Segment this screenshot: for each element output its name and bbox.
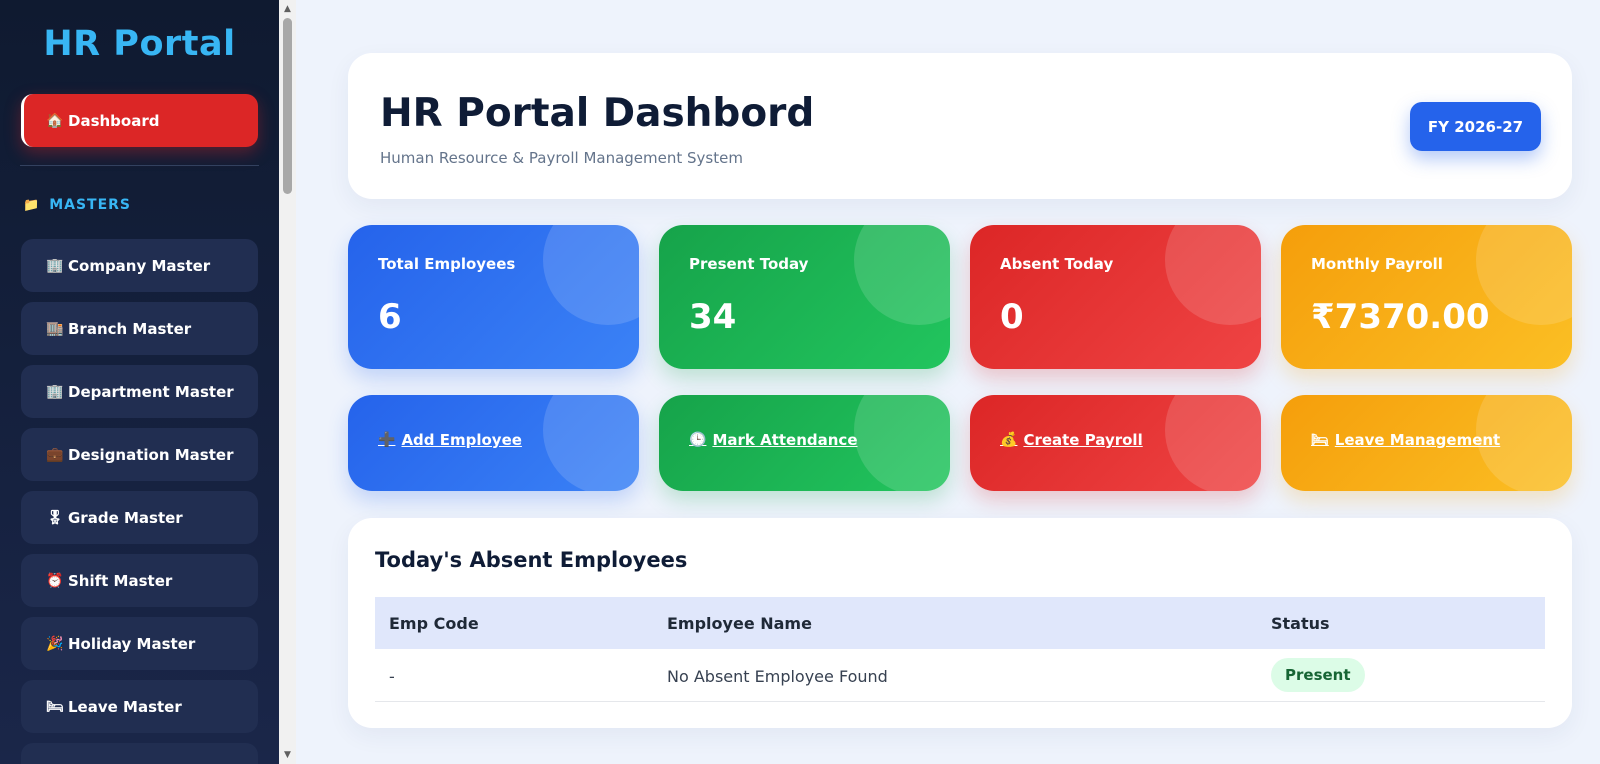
decorative-circle [1165, 225, 1261, 325]
decorative-circle [854, 395, 950, 491]
sidebar-item-shift-master[interactable]: ⏰ Shift Master [21, 554, 258, 607]
table-title: Today's Absent Employees [375, 548, 688, 572]
sidebar-item-label: Leave Master [68, 697, 182, 716]
sidebar-item-grade-master[interactable]: 🎖 Grade Master [21, 491, 258, 544]
decorative-circle [543, 395, 639, 491]
alarm-clock-icon: ⏰ [46, 572, 64, 589]
decorative-circle [1165, 395, 1261, 491]
sidebar-item-leave-master[interactable]: 🛏 Leave Master [21, 680, 258, 733]
bed-icon: 🛏 [46, 698, 64, 715]
header-card: HR Portal Dashbord Human Resource & Payr… [348, 53, 1572, 199]
sidebar-item-department-master[interactable]: 🏢 Department Master [21, 365, 258, 418]
home-icon: 🏠 [46, 112, 64, 129]
sidebar-item-label: Holiday Master [68, 634, 196, 653]
stat-value: 34 [689, 297, 737, 337]
stat-value: 6 [378, 297, 402, 337]
action-label: Add Employee [401, 431, 522, 449]
scroll-thumb[interactable] [283, 18, 292, 194]
decorative-circle [854, 225, 950, 325]
status-badge: Present [1271, 658, 1365, 692]
stat-value: ₹7370.00 [1311, 297, 1490, 337]
mark-attendance-link[interactable]: 🕒 Mark Attendance [689, 431, 858, 449]
column-header-status: Status [1271, 614, 1330, 633]
action-label: Create Payroll [1023, 431, 1143, 449]
bed-icon: 🛏 [1311, 432, 1329, 448]
column-header-emp-code: Emp Code [389, 614, 479, 633]
page-subtitle: Human Resource & Payroll Management Syst… [380, 149, 743, 167]
stat-label: Present Today [689, 255, 809, 273]
stat-label: Absent Today [1000, 255, 1114, 273]
create-payroll-card[interactable]: 💰 Create Payroll [970, 395, 1261, 491]
action-label: Leave Management [1334, 431, 1501, 449]
brand-logo[interactable]: HR Portal [0, 24, 279, 64]
mark-attendance-card[interactable]: 🕒 Mark Attendance [659, 395, 950, 491]
scroll-up-icon[interactable]: ▲ [279, 2, 296, 16]
sidebar-item-partial[interactable] [21, 743, 258, 764]
briefcase-icon: 💼 [46, 446, 64, 463]
sidebar-item-label: Designation Master [68, 445, 234, 464]
stat-value: 0 [1000, 297, 1024, 337]
stat-card-total-employees: Total Employees 6 [348, 225, 639, 369]
section-label-masters: 📁 MASTERS [23, 197, 131, 213]
medal-icon: 🎖 [46, 509, 64, 526]
folder-icon: 📁 [23, 197, 41, 213]
sidebar-item-label: Department Master [68, 382, 234, 401]
sidebar-item-designation-master[interactable]: 💼 Designation Master [21, 428, 258, 481]
stat-card-present-today: Present Today 34 [659, 225, 950, 369]
leave-management-card[interactable]: 🛏 Leave Management [1281, 395, 1572, 491]
stat-label: Total Employees [378, 255, 516, 273]
action-label: Mark Attendance [712, 431, 858, 449]
store-icon: 🏬 [46, 320, 64, 337]
stat-card-absent-today: Absent Today 0 [970, 225, 1261, 369]
stat-card-monthly-payroll: Monthly Payroll ₹7370.00 [1281, 225, 1572, 369]
building-icon: 🏢 [46, 383, 64, 400]
party-popper-icon: 🎉 [46, 635, 64, 652]
sidebar-divider [20, 165, 259, 166]
building-icon: 🏢 [46, 257, 64, 274]
sidebar-item-holiday-master[interactable]: 🎉 Holiday Master [21, 617, 258, 670]
decorative-circle [1476, 225, 1572, 325]
section-label-text: MASTERS [49, 197, 132, 213]
fiscal-year-button[interactable]: FY 2026-27 [1410, 102, 1541, 151]
sidebar-item-company-master[interactable]: 🏢 Company Master [21, 239, 258, 292]
decorative-circle [543, 225, 639, 325]
sidebar-item-dashboard[interactable]: 🏠 Dashboard [21, 94, 258, 147]
leave-management-link[interactable]: 🛏 Leave Management [1311, 431, 1500, 449]
table-header: Emp Code Employee Name Status [375, 597, 1545, 649]
create-payroll-link[interactable]: 💰 Create Payroll [1000, 431, 1143, 449]
page-title: HR Portal Dashbord [380, 91, 815, 136]
column-header-employee-name: Employee Name [667, 614, 812, 633]
clock-icon: 🕒 [689, 432, 707, 448]
cell-employee-name: No Absent Employee Found [667, 667, 888, 686]
add-employee-card[interactable]: ➕ Add Employee [348, 395, 639, 491]
money-bag-icon: 💰 [1000, 432, 1018, 448]
sidebar-item-label: Branch Master [68, 319, 192, 338]
sidebar-item-label: Grade Master [68, 508, 183, 527]
add-employee-link[interactable]: ➕ Add Employee [378, 431, 522, 449]
absent-employees-card: Today's Absent Employees Emp Code Employ… [348, 518, 1572, 728]
stat-label: Monthly Payroll [1311, 255, 1443, 273]
sidebar-item-label: Shift Master [68, 571, 173, 590]
cell-emp-code: - [389, 667, 395, 686]
sidebar-scrollbar[interactable]: ▲ ▼ [279, 0, 296, 764]
sidebar-item-branch-master[interactable]: 🏬 Branch Master [21, 302, 258, 355]
scroll-down-icon[interactable]: ▼ [279, 748, 296, 762]
plus-icon: ➕ [378, 432, 396, 448]
sidebar-item-label: Dashboard [68, 111, 160, 130]
sidebar-item-label: Company Master [68, 256, 211, 275]
table-row: - No Absent Employee Found Present [375, 649, 1545, 702]
sidebar: HR Portal 🏠 Dashboard 📁 MASTERS 🏢 Compan… [0, 0, 279, 764]
